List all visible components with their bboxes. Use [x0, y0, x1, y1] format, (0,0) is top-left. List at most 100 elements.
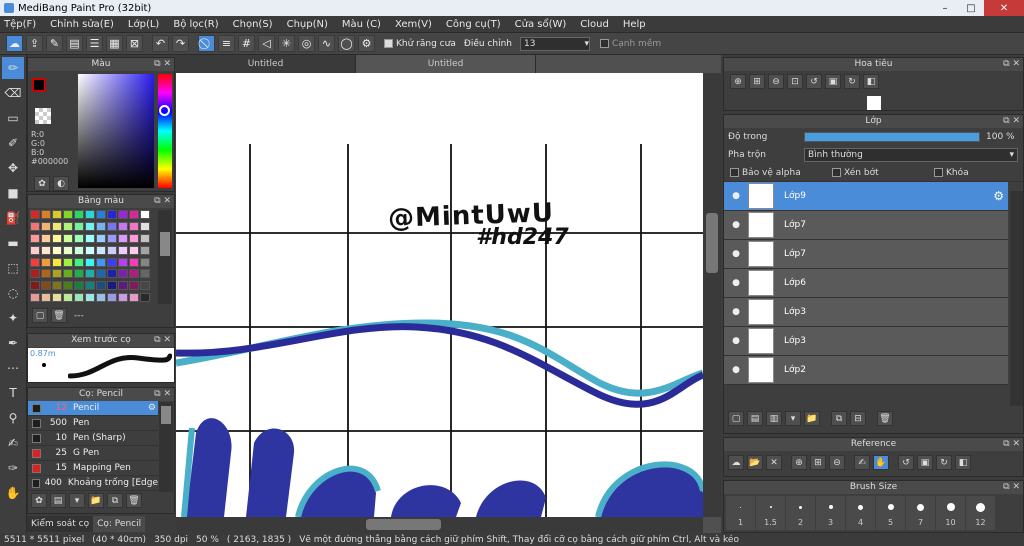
menu-filter[interactable]: Bộ lọc(R) — [173, 19, 218, 30]
layer-row[interactable]: ● Lớp7 — [724, 211, 1008, 240]
palette-swatch[interactable] — [85, 221, 95, 231]
merge-layer-icon[interactable]: ⊟ — [850, 411, 866, 426]
tab-brush[interactable]: Cọ: Pencil — [93, 516, 146, 532]
protect-alpha-checkbox[interactable] — [730, 168, 739, 177]
snap-circle-icon[interactable]: ◎ — [298, 35, 315, 52]
palette-swatch[interactable] — [107, 221, 117, 231]
eye-icon[interactable]: ● — [724, 365, 748, 375]
menu-window[interactable]: Cửa sổ(W) — [515, 19, 567, 30]
brush-size-option[interactable]: 10 — [936, 496, 965, 530]
gradient-icon[interactable]: ▬ — [2, 232, 24, 254]
brush-item[interactable]: 12 Pencil ⚙ — [28, 401, 158, 416]
palette-swatch[interactable] — [118, 293, 128, 303]
palette-swatch[interactable] — [118, 269, 128, 279]
brush-stroke-icon[interactable]: ✐ — [2, 132, 24, 154]
pen-tool-icon[interactable]: ✑ — [2, 457, 24, 479]
lock-checkbox[interactable] — [934, 168, 943, 177]
brush-item[interactable]: 400 Khoảng trống [Edge — [28, 476, 158, 491]
brush-size-option[interactable]: 2 — [786, 496, 815, 530]
magic-wand-icon[interactable]: ✦ — [2, 307, 24, 329]
eye-icon[interactable]: ● — [724, 191, 748, 201]
palette-swatch[interactable] — [41, 293, 51, 303]
menu-color[interactable]: Màu (C) — [342, 19, 381, 30]
palette-swatch[interactable] — [41, 257, 51, 267]
palette-swatch[interactable] — [30, 221, 40, 231]
hand-icon[interactable]: ✋ — [2, 482, 24, 504]
foreground-color[interactable] — [32, 78, 46, 92]
palette-swatch[interactable] — [74, 281, 84, 291]
palette-swatch[interactable] — [107, 245, 117, 255]
menu-help[interactable]: Help — [623, 19, 646, 30]
rectangle-icon[interactable]: ▭ — [2, 107, 24, 129]
palette-swatch[interactable] — [52, 293, 62, 303]
transparent-color[interactable] — [35, 108, 51, 124]
layer-row[interactable]: ● Lớp2 — [724, 356, 1008, 385]
palette-swatch[interactable] — [52, 210, 62, 219]
eye-icon[interactable]: ● — [724, 336, 748, 346]
select-pen-icon[interactable]: ✒ — [2, 332, 24, 354]
export-icon[interactable]: ⇪ — [26, 35, 43, 52]
layer-row[interactable]: ● Lớp7 — [724, 240, 1008, 269]
palette-swatch[interactable] — [85, 281, 95, 291]
rotate-right-icon[interactable]: ↻ — [844, 74, 860, 89]
panel-close-icon[interactable]: ⧉ ✕ — [154, 334, 171, 347]
palette-swatch[interactable] — [140, 293, 150, 303]
palette-swatch[interactable] — [107, 269, 117, 279]
brush-dropdown-icon[interactable]: ▾ — [69, 493, 85, 508]
fit-window-icon[interactable]: ▣ — [917, 455, 933, 470]
brush-size-option[interactable]: 4 — [846, 496, 875, 530]
palette-swatch[interactable] — [85, 245, 95, 255]
palette-swatch[interactable] — [74, 245, 84, 255]
palette-swatch[interactable] — [63, 269, 73, 279]
palette-swatch[interactable] — [140, 210, 150, 219]
palette-swatch[interactable] — [85, 210, 95, 219]
panel-close-icon[interactable]: ⧉ ✕ — [1003, 58, 1020, 71]
palette-swatch[interactable] — [118, 233, 128, 243]
snap-off-icon[interactable]: ⃠ — [198, 35, 215, 52]
layer-row[interactable]: ● Lớp9 ⚙ — [724, 182, 1008, 211]
palette-swatch[interactable] — [30, 269, 40, 279]
palette-swatch[interactable] — [140, 245, 150, 255]
snap-grid-icon[interactable]: # — [238, 35, 255, 52]
layer-menu-icon[interactable]: ▾ — [785, 411, 801, 426]
gear-icon[interactable]: ⚙ — [993, 189, 1004, 203]
palette-swatch[interactable] — [96, 233, 106, 243]
palette-swatch[interactable] — [140, 257, 150, 267]
menu-tools[interactable]: Công cụ(T) — [446, 19, 501, 30]
hue-handle[interactable] — [159, 105, 170, 116]
palette-swatch[interactable] — [41, 233, 51, 243]
brush-size-option[interactable]: 3 — [816, 496, 845, 530]
layer-scrollbar[interactable] — [1010, 191, 1023, 406]
panel-close-icon[interactable]: ⧉ ✕ — [1003, 481, 1020, 494]
palette-swatch[interactable] — [96, 257, 106, 267]
snap-vanish-icon[interactable]: ◁ — [258, 35, 275, 52]
rotate-left-icon[interactable]: ↺ — [898, 455, 914, 470]
palette-swatch[interactable] — [107, 210, 117, 219]
palette-swatch[interactable] — [74, 257, 84, 267]
maximize-button[interactable]: □ — [958, 0, 984, 16]
opacity-slider[interactable] — [804, 132, 980, 142]
folder-icon[interactable]: 📁 — [88, 493, 104, 508]
palette-swatch[interactable] — [129, 269, 139, 279]
close-reference-icon[interactable]: ✕ — [766, 455, 782, 470]
palette-swatch[interactable] — [140, 281, 150, 291]
palette-swatch[interactable] — [96, 245, 106, 255]
trash-icon[interactable]: 🗑 — [126, 493, 142, 508]
pencil-icon[interactable]: ✏ — [2, 57, 24, 79]
new-layer-icon[interactable]: ▢ — [728, 411, 744, 426]
palette-swatch[interactable] — [74, 233, 84, 243]
select-all-icon[interactable]: ⊠ — [126, 35, 143, 52]
palette-swatch[interactable] — [96, 221, 106, 231]
menu-cloud[interactable]: Cloud — [580, 19, 609, 30]
snap-radial-icon[interactable]: ✳ — [278, 35, 295, 52]
snap-parallel-icon[interactable]: ≡ — [218, 35, 235, 52]
delete-palette-icon[interactable]: 🗑 — [51, 308, 67, 323]
panel-close-icon[interactable]: ⧉ ✕ — [154, 388, 171, 401]
snap-curve-icon[interactable]: ∿ — [318, 35, 335, 52]
palette-swatch[interactable] — [63, 281, 73, 291]
open-folder-icon[interactable]: 📂 — [747, 455, 763, 470]
zoom-out-icon[interactable]: ⊖ — [829, 455, 845, 470]
palette-swatch[interactable] — [140, 221, 150, 231]
zoom-fit-icon[interactable]: ⊞ — [749, 74, 765, 89]
copy-icon[interactable]: ⧉ — [107, 493, 123, 508]
